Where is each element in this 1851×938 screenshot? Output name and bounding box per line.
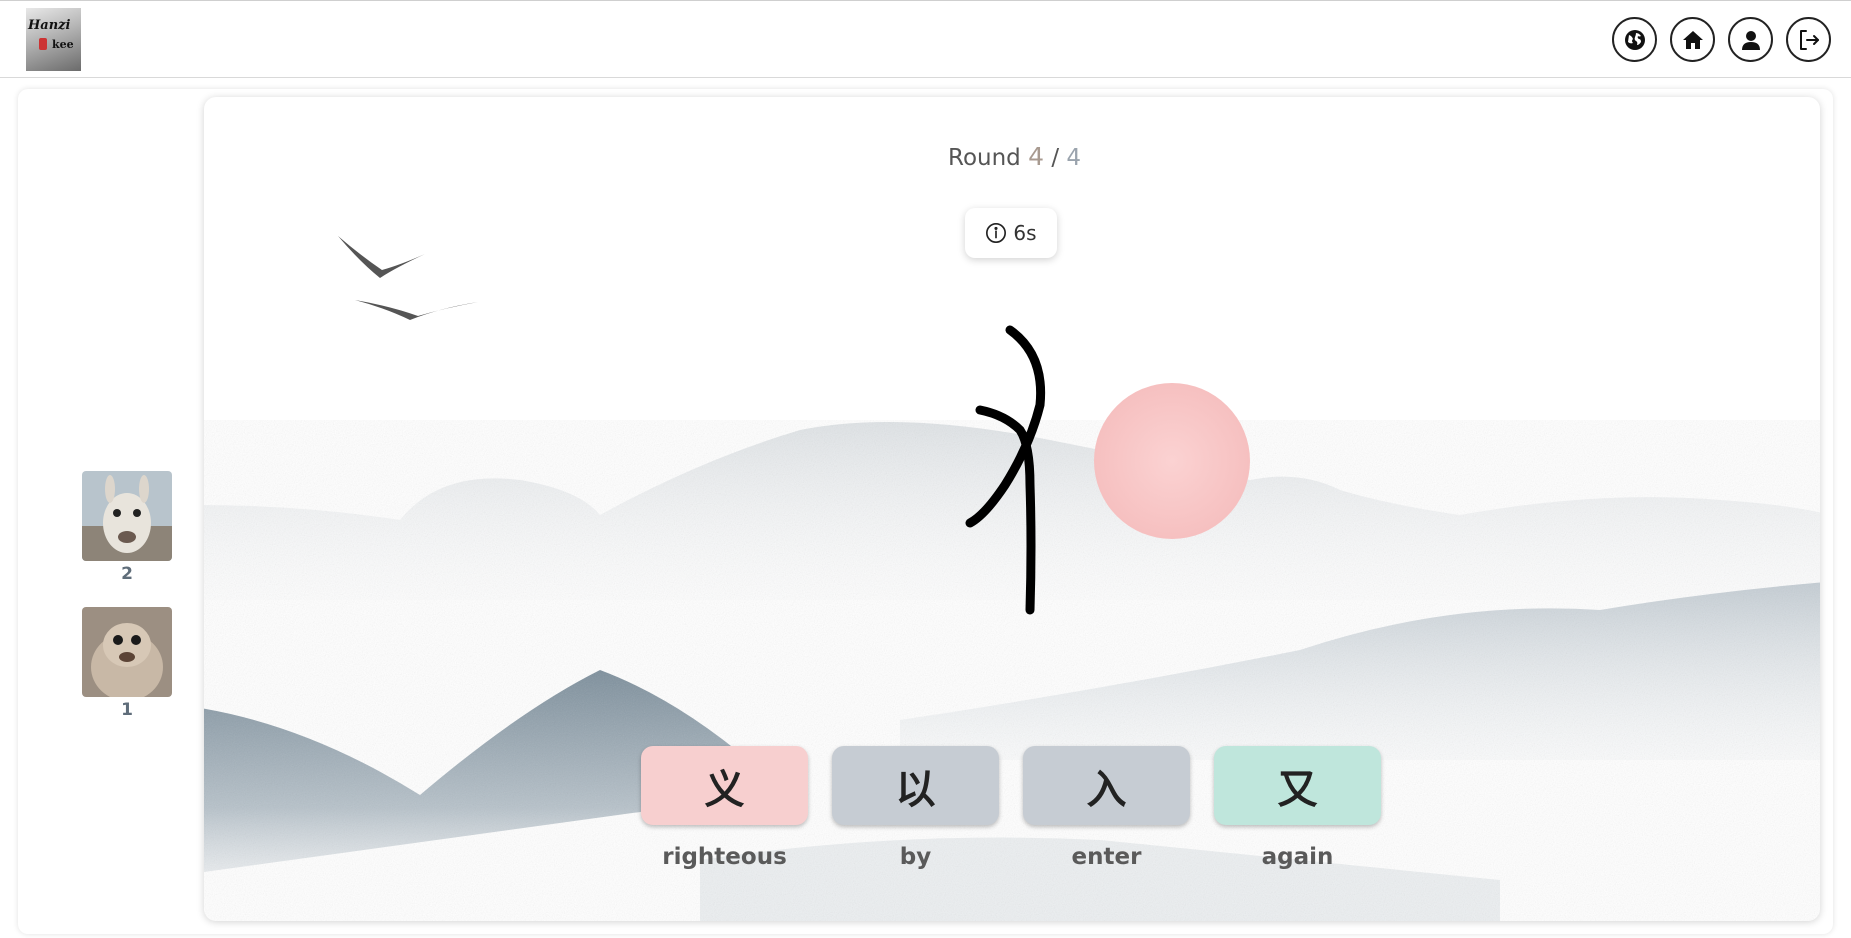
answer-button-enter[interactable]: 入 [1023,746,1190,825]
globe-icon [1624,29,1645,50]
answer-option: 入 enter [1023,746,1190,870]
answer-button-righteous[interactable]: 义 [641,746,808,825]
round-current: 4 [1028,142,1044,171]
answer-button-again[interactable]: 又 [1214,746,1381,825]
game-card: Round 4 / 4 6s 义 righteous 以 by 入 enter … [204,97,1820,921]
answer-meaning: again [1261,844,1334,870]
home-button[interactable] [1670,17,1715,62]
answer-option: 又 again [1214,746,1381,870]
timer-badge: 6s [965,208,1057,258]
answer-button-by[interactable]: 以 [832,746,999,825]
answer-meaning: righteous [662,844,787,870]
logout-button[interactable] [1786,17,1831,62]
top-bar: Hanzi kee [0,0,1851,78]
app-logo[interactable]: Hanzi kee [26,8,81,71]
player-score: 1 [121,700,133,720]
round-label: Round [948,145,1021,171]
player-score: 2 [121,564,133,584]
answer-option: 以 by [832,746,999,870]
logo-text-top: Hanzi [28,18,71,33]
player-item: 1 [82,607,172,720]
round-indicator: Round 4 / 4 [948,142,1081,171]
seal-avatar [82,607,172,697]
birds-illustration [338,236,478,320]
logo-text-bottom: kee [52,38,74,51]
answer-meaning: enter [1071,844,1142,870]
players-list: 2 1 [82,471,172,743]
player-item: 2 [82,471,172,584]
user-icon [1741,30,1760,50]
profile-button[interactable] [1728,17,1773,62]
nav-buttons [1612,17,1831,62]
round-separator: / [1051,145,1060,171]
timer-text: 6s [1013,221,1037,245]
round-total: 4 [1066,145,1082,171]
oracle-bone-character [965,325,1046,615]
home-icon [1682,30,1703,49]
language-button[interactable] [1612,17,1657,62]
llama-avatar [82,471,172,561]
answer-option: 义 righteous [641,746,808,870]
logo-seal [39,38,47,50]
info-icon [986,223,1007,243]
logout-icon [1799,29,1819,50]
answer-options: 义 righteous 以 by 入 enter 又 again [641,746,1381,870]
answer-meaning: by [899,844,932,870]
